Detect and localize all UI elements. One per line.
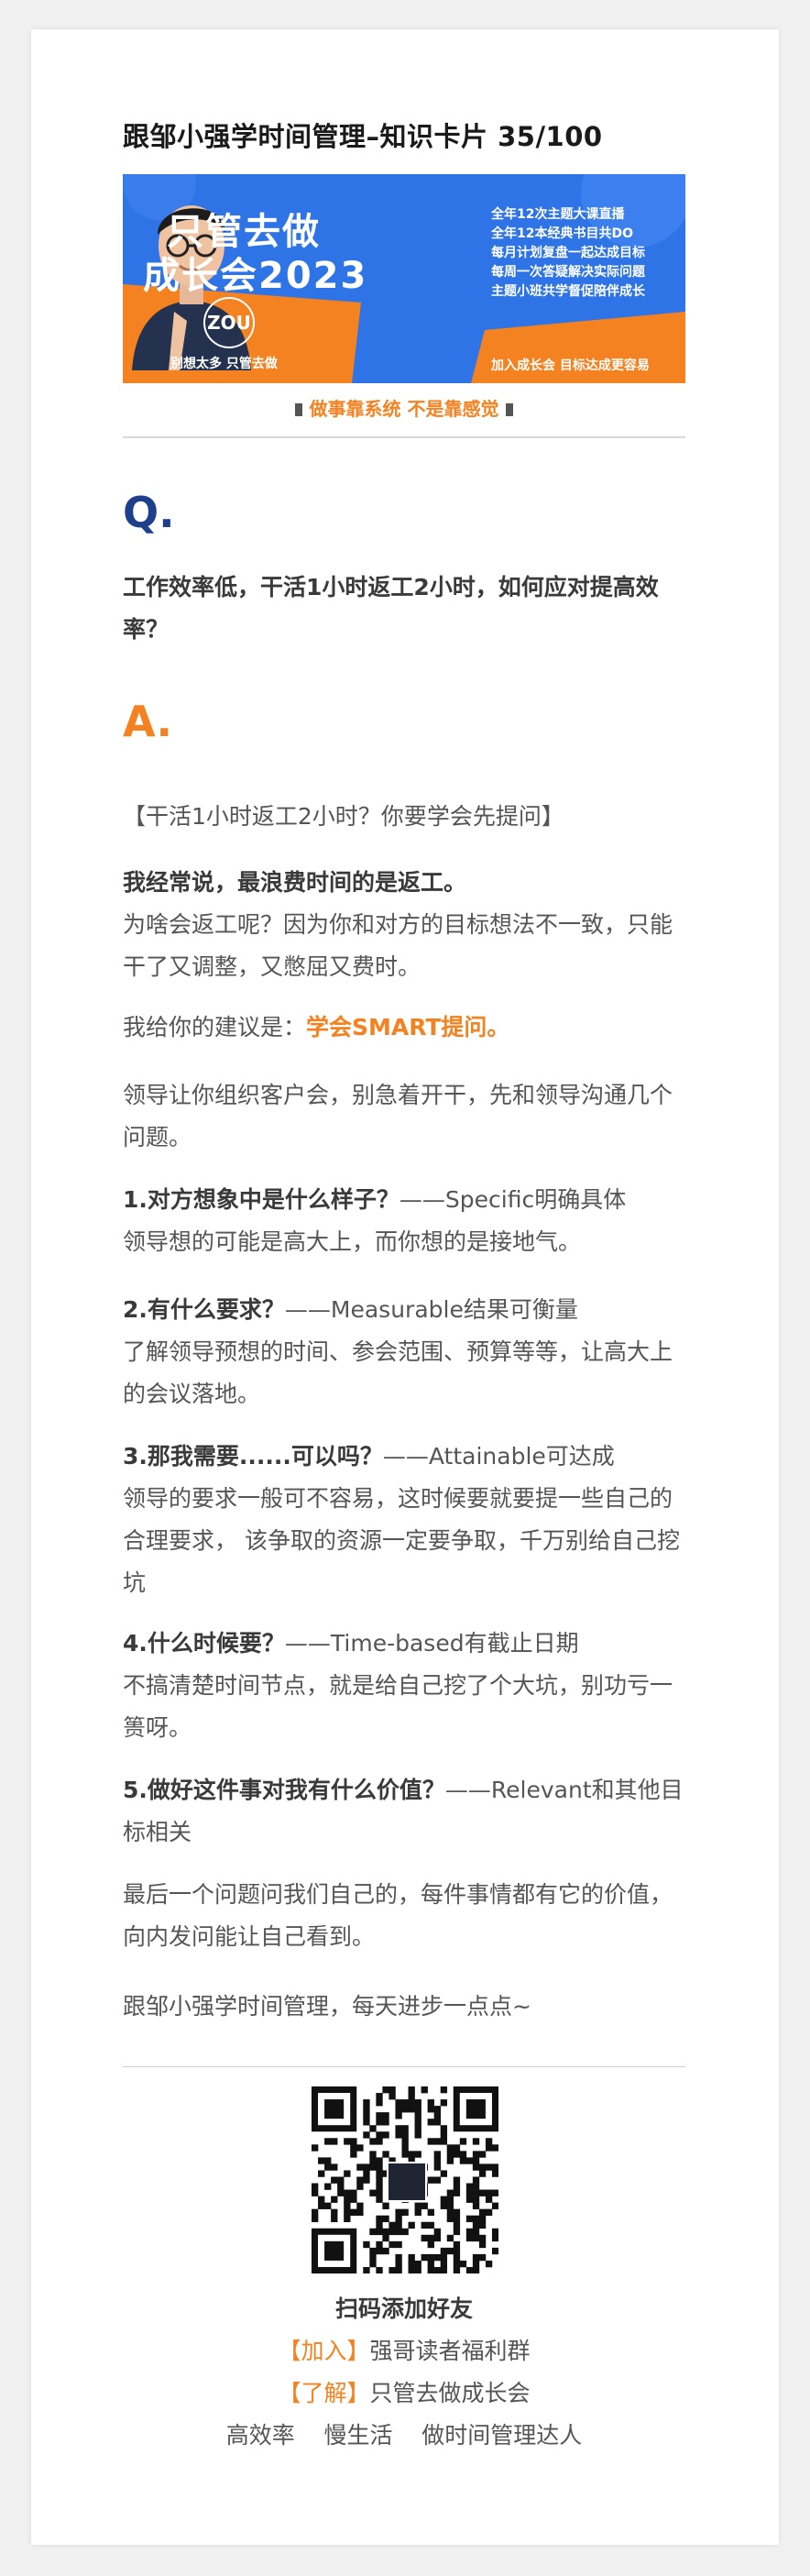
answer-last-paragraph: 最后一个问题问我们自己的，每件事情都有它的价值，向内发问能让自己看到。 xyxy=(123,1881,673,1950)
promo-banner[interactable]: 只管去做 成长会2023 ZOU 别想太多 只管去做 全年12次主题大课直播 全… xyxy=(123,174,685,383)
point-tag: ——Measurable结果可衡量 xyxy=(284,1296,578,1323)
square-bullet-icon xyxy=(294,403,302,416)
paragraph-bold: 我经常说，最浪费时间的是返工。 xyxy=(123,869,467,896)
smart-point-3: 3.那我需要......可以吗？——Attainable可达成 领导的要求一般可… xyxy=(123,1436,685,1604)
banner-feature: 全年12本经典书目共DO xyxy=(491,226,634,241)
point-body: 领导想的可能是高大上，而你想的是接地气。 xyxy=(123,1228,582,1255)
learn-bracket: 【了解】 xyxy=(278,2380,370,2406)
learn-text: 只管去做成长会 xyxy=(369,2380,531,2406)
question-mark-label: Q. xyxy=(123,488,175,537)
point-heading: 4.什么时候要？ xyxy=(123,1630,285,1657)
motto: 高效率 慢生活 做时间管理达人 xyxy=(225,2422,583,2449)
zou-logo-icon: ZOU xyxy=(203,297,255,348)
smart-highlight: 学会SMART提问。 xyxy=(306,1014,510,1040)
square-bullet-icon xyxy=(506,403,514,416)
article-card: 跟邹小强学时间管理–知识卡片 35/100 只管去做 成长会2023 ZOU 别… xyxy=(31,29,779,2545)
point-tag: ——Attainable可达成 xyxy=(382,1443,615,1470)
smart-point-1: 1.对方想象中是什么样子？——Specific明确具体 领导想的可能是高大上，而… xyxy=(123,1179,685,1263)
smart-point-4: 4.什么时候要？——Time-based有截止日期 不搞清楚时间节点，就是给自己… xyxy=(123,1623,685,1749)
banner-feature: 每周一次答疑解决实际问题 xyxy=(491,265,645,280)
smart-point-5: 5.做好这件事对我有什么价值？——Relevant和其他目标相关 xyxy=(123,1769,685,1854)
smart-point-2: 2.有什么要求？——Measurable结果可衡量 了解领导预想的时间、参会范围… xyxy=(123,1289,685,1415)
join-text: 强哥读者福利群 xyxy=(369,2338,531,2364)
banner-feature: 每月计划复盘一起达成目标 xyxy=(491,246,645,260)
banner-slogan-left: 别想太多 只管去做 xyxy=(170,357,278,371)
point-tag: ——Time-based有截止日期 xyxy=(284,1630,579,1657)
banner-title-line2: 成长会2023 xyxy=(143,255,368,297)
point-heading: 1.对方想象中是什么样子？ xyxy=(123,1186,400,1213)
banner-feature: 全年12次主题大课直播 xyxy=(491,207,625,222)
scan-label: 扫码添加好友 xyxy=(334,2295,473,2322)
join-group-line: 【加入】强哥读者福利群 xyxy=(123,2330,685,2372)
avatar xyxy=(387,2162,427,2202)
point-heading: 3.那我需要......可以吗？ xyxy=(123,1443,383,1470)
point-body: 了解领导预想的时间、参会范围、预算等等，让高大上的会议落地。 xyxy=(123,1338,673,1407)
tagline-text: 做事靠系统 不是靠感觉 xyxy=(309,398,499,420)
article-title: 跟邹小强学时间管理–知识卡片 35/100 xyxy=(123,121,603,152)
divider xyxy=(123,436,685,438)
point-tag: ——Specific明确具体 xyxy=(399,1186,627,1213)
answer-mark-label: A. xyxy=(123,697,172,746)
answer-closing: 跟邹小强学时间管理，每天进步一点点~ xyxy=(123,1993,531,2020)
banner-slogan-right: 加入成长会 目标达成更容易 xyxy=(491,358,650,373)
answer-paragraph-1: 我经常说，最浪费时间的是返工。 为啥会返工呢？因为你和对方的目标想法不一致，只能… xyxy=(123,862,685,988)
divider xyxy=(123,2066,685,2067)
point-heading: 5.做好这件事对我有什么价值？ xyxy=(123,1777,445,1803)
answer-intro: 【干活1小时返工2小时？你要学会先提问】 xyxy=(123,803,564,830)
point-heading: 2.有什么要求？ xyxy=(123,1296,285,1323)
banner-feature: 主题小班共学督促陪伴成长 xyxy=(491,284,645,299)
tagline: 做事靠系统 不是靠感觉 xyxy=(123,394,685,421)
paragraph-text: 为啥会返工呢？因为你和对方的目标想法不一致，只能干了又调整，又憋屈又费时。 xyxy=(123,911,673,980)
answer-paragraph-3: 领导让你组织客户会，别急着开干，先和领导沟通几个问题。 xyxy=(123,1082,673,1150)
point-body: 不搞清楚时间节点，就是给自己挖了个大坑，别功亏一篑呀。 xyxy=(123,1672,673,1741)
learn-more-line: 【了解】只管去做成长会 xyxy=(123,2372,685,2415)
join-bracket: 【加入】 xyxy=(278,2338,370,2364)
banner-feature-list: 全年12次主题大课直播 全年12本经典书目共DO 每月计划复盘一起达成目标 每周… xyxy=(491,205,680,302)
answer-paragraph-2: 我给你的建议是：学会SMART提问。 xyxy=(123,1007,685,1049)
question-text: 工作效率低，干活1小时返工2小时，如何应对提高效率？ xyxy=(123,574,659,643)
point-body: 领导的要求一般可不容易，这时候要就要提一些自己的合理要求， 该争取的资源一定要争… xyxy=(123,1485,680,1596)
paragraph-text: 我给你的建议是： xyxy=(123,1014,307,1040)
qr-code-icon[interactable] xyxy=(312,2086,499,2274)
